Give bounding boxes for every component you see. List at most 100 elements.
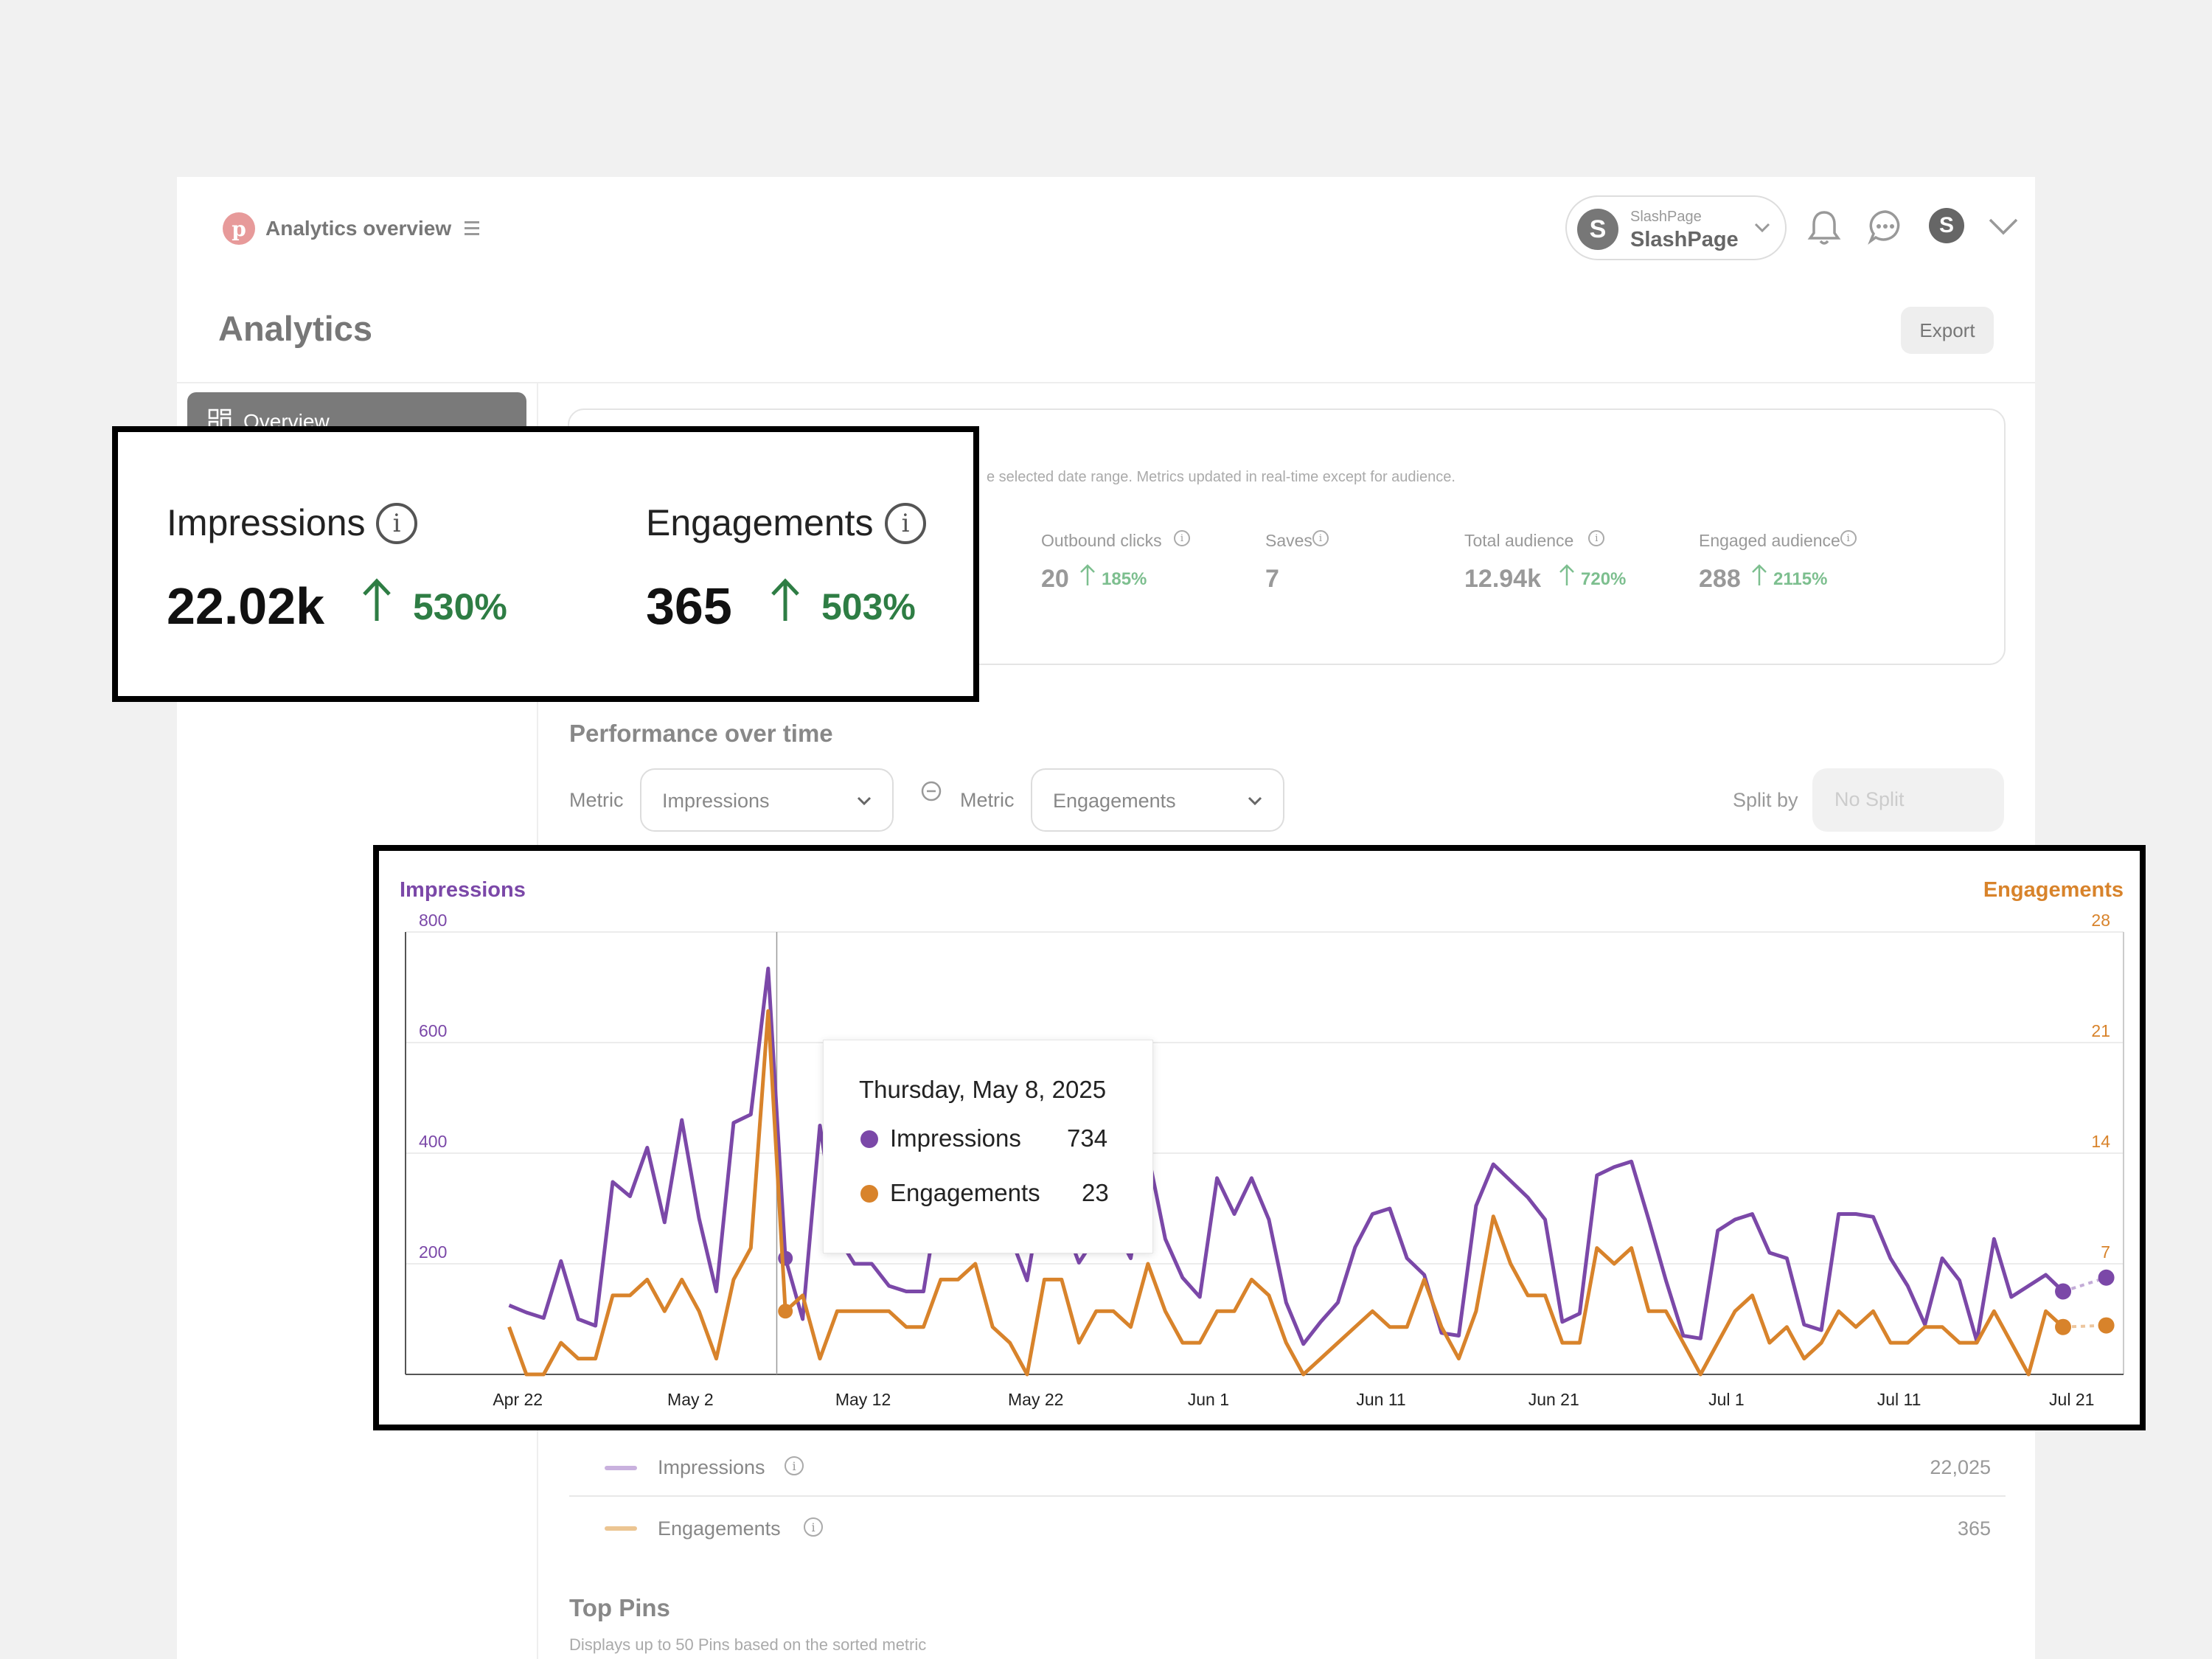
x-tick-label: May 2: [667, 1390, 714, 1409]
info-icon[interactable]: i: [785, 1456, 804, 1475]
x-tick-label: Apr 22: [493, 1390, 543, 1409]
series-line-engagements: [507, 1009, 2065, 1377]
metric-value: 20: [1041, 565, 1069, 593]
header-divider: [177, 382, 2035, 383]
left-axis-title: Impressions: [400, 878, 526, 902]
page-title: Analytics: [218, 309, 372, 348]
tooltip-date: Thursday, May 8, 2025: [859, 1076, 1107, 1103]
metric-select-value: Impressions: [662, 790, 770, 812]
x-tick-label: May 22: [1008, 1390, 1063, 1409]
impressions-change: 530%: [413, 586, 507, 627]
y-tick-left: 400: [419, 1132, 447, 1151]
last-point-engagements: [2055, 1318, 2072, 1335]
arrow-up-icon: [363, 578, 391, 621]
tooltip-label: Impressions: [890, 1124, 1021, 1152]
bell-icon[interactable]: [1806, 208, 1842, 246]
chevron-down-icon: [857, 796, 872, 806]
tail-point-impressions: [2098, 1269, 2115, 1286]
metric-label: Metric: [569, 789, 624, 811]
legend-total: 22,025: [1930, 1456, 1991, 1478]
metric-label: Total audience: [1464, 531, 1574, 550]
account-name: SlashPage: [1630, 228, 1739, 251]
metric-select-value: Engagements: [1053, 790, 1176, 812]
x-tick-label: Jul 1: [1708, 1390, 1745, 1409]
impressions-swatch: [605, 1466, 637, 1470]
performance-title: Performance over time: [569, 720, 833, 747]
info-icon[interactable]: i: [804, 1517, 823, 1537]
account-switcher[interactable]: S SlashPage SlashPage: [1565, 195, 1787, 260]
tooltip-value: 734: [1067, 1124, 1108, 1152]
highlight-card: Impressions i 22.02k 530% Engagements i …: [112, 426, 979, 702]
y-tick-right: 14: [2091, 1132, 2110, 1151]
chart-card: Impressions Engagements 200 400 600 800 7 14 21 2…: [373, 845, 2146, 1430]
info-icon[interactable]: i: [1312, 530, 1329, 546]
x-tick-label: Jul 11: [1877, 1390, 1921, 1409]
legend-row-impressions[interactable]: Impressions i 22,025: [569, 1436, 2006, 1497]
export-button[interactable]: Export: [1901, 307, 1994, 354]
metric-value: 12.94k: [1464, 565, 1541, 593]
engagements-change: 503%: [821, 586, 916, 627]
engagements-swatch: [605, 1526, 637, 1531]
hover-point-engagements: [778, 1304, 793, 1319]
metric-change: 185%: [1102, 569, 1147, 589]
info-icon[interactable]: i: [885, 503, 926, 544]
app-title[interactable]: Analytics overview: [265, 217, 451, 240]
x-tick-label: Jun 21: [1528, 1390, 1579, 1409]
chevron-down-icon: [1248, 796, 1262, 806]
info-icon[interactable]: i: [1174, 530, 1190, 546]
impressions-label: Impressions: [167, 502, 366, 543]
split-by-placeholder: No Split: [1834, 788, 1905, 810]
arrow-up-icon: [1080, 564, 1095, 585]
impressions-value: 22.02k: [167, 577, 325, 635]
y-tick-right: 7: [2101, 1242, 2110, 1262]
split-by-label: Split by: [1733, 789, 1798, 811]
legend-label: Engagements: [658, 1517, 781, 1540]
metric-value: 7: [1265, 565, 1279, 593]
metric-label: Engaged audience: [1699, 531, 1840, 550]
metric-label: Saves: [1265, 531, 1312, 550]
menu-icon[interactable]: [465, 221, 479, 235]
arrow-up-icon: [1559, 564, 1574, 585]
chart-tooltip: Thursday, May 8, 2025 Impressions 734 En…: [823, 1040, 1153, 1253]
y-tick-left: 200: [419, 1242, 447, 1262]
metric-label: Outbound clicks: [1041, 531, 1162, 550]
summary-note: e selected date range. Metrics updated i…: [987, 469, 1455, 485]
pinterest-logo-icon[interactable]: p: [223, 212, 255, 245]
x-tick-label: May 12: [835, 1390, 891, 1409]
legend-row-engagements[interactable]: Engagements i 365: [569, 1497, 2006, 1557]
arrow-up-icon: [1752, 564, 1767, 585]
y-tick-left: 800: [419, 911, 447, 930]
metric-select-impressions[interactable]: Impressions: [640, 768, 894, 832]
legend-total: 365: [1957, 1517, 1991, 1540]
account-caption: SlashPage: [1630, 209, 1702, 225]
minus-circle-icon[interactable]: [920, 780, 942, 802]
tooltip-engagements-dot: [860, 1185, 878, 1203]
tooltip-impressions-dot: [860, 1130, 878, 1148]
info-icon[interactable]: i: [1840, 530, 1857, 546]
legend-label: Impressions: [658, 1456, 765, 1478]
y-tick-left: 600: [419, 1021, 447, 1040]
top-pins-title: Top Pins: [569, 1594, 670, 1621]
profile-avatar[interactable]: S: [1929, 208, 1964, 243]
y-tick-right: 21: [2091, 1021, 2110, 1040]
arrow-up-icon: [771, 578, 799, 621]
performance-chart[interactable]: Impressions Engagements 200 400 600 800 7 14 21 2…: [379, 851, 2140, 1425]
x-tick-label: Jun 1: [1188, 1390, 1229, 1409]
info-icon[interactable]: i: [376, 503, 417, 544]
series-line-impressions: [508, 967, 2065, 1346]
metric-select-engagements[interactable]: Engagements: [1031, 768, 1284, 832]
tail-point-engagements: [2098, 1317, 2115, 1334]
split-by-select[interactable]: No Split: [1812, 768, 2004, 832]
y-tick-right: 28: [2091, 911, 2110, 930]
metric-change: 2115%: [1773, 569, 1828, 589]
tooltip-value: 23: [1082, 1179, 1109, 1206]
engagements-label: Engagements: [646, 502, 874, 543]
tooltip-label: Engagements: [890, 1179, 1040, 1206]
engagements-value: 365: [646, 577, 732, 635]
chevron-down-icon: [1754, 223, 1770, 233]
x-tick-label: Jul 21: [2049, 1390, 2094, 1409]
chat-icon[interactable]: [1867, 208, 1904, 245]
chevron-down-icon[interactable]: [1987, 214, 2020, 239]
x-tick-label: Jun 11: [1356, 1390, 1405, 1409]
metric-label: Metric: [960, 789, 1015, 811]
